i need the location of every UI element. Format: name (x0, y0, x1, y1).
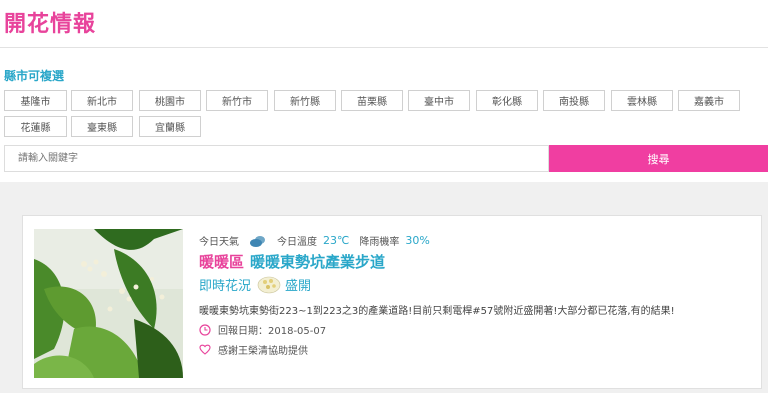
report-date: 回報日期：2018-05-07 (218, 326, 327, 337)
district-name: 暖暖區 (199, 253, 245, 271)
county-chip-taoyuan[interactable]: 桃園市 (139, 90, 201, 111)
county-filter-label: 縣市可複選 (4, 69, 65, 83)
county-chip-hsinchu-county[interactable]: 新竹縣 (274, 90, 336, 111)
heart-icon (199, 344, 211, 355)
county-chip-taitung[interactable]: 臺東縣 (71, 116, 133, 137)
contributor-credit: 感謝王榮清協助提供 (218, 346, 308, 357)
contributor-row: 感謝王榮清協助提供 (199, 342, 308, 357)
place-name: 暖暖東勢坑產業步道 (250, 253, 386, 271)
county-chip-new-taipei[interactable]: 新北市 (71, 90, 133, 111)
search-button[interactable]: 搜尋 (549, 145, 768, 172)
temperature-label: 今日溫度 (277, 237, 317, 248)
flower-report-card[interactable]: 今日天氣 今日溫度 23℃ 降雨機率 30% 暖暖區 暖暖東勢坑產業步道 即時花況 (22, 215, 762, 389)
county-chip-chiayi-city[interactable]: 嘉義市 (678, 90, 740, 111)
temperature-value: 23℃ (323, 234, 350, 247)
county-chip-yunlin[interactable]: 雲林縣 (611, 90, 673, 111)
bloom-status-value: 盛開 (285, 279, 312, 294)
flower-photo (34, 229, 183, 378)
weather-label: 今日天氣 (199, 237, 239, 248)
county-chip-taichung[interactable]: 臺中市 (408, 90, 470, 111)
county-chip-changhua[interactable]: 彰化縣 (476, 90, 538, 111)
place-heading[interactable]: 暖暖區 暖暖東勢坑產業步道 (199, 251, 385, 272)
cloudy-icon (249, 235, 267, 247)
page-title: 開花情報 (4, 12, 97, 37)
report-date-row: 回報日期：2018-05-07 (199, 322, 326, 337)
title-divider (0, 47, 768, 48)
clock-icon (199, 323, 211, 336)
weather-row: 今日天氣 今日溫度 23℃ 降雨機率 30% (199, 233, 430, 248)
county-chip-yilan[interactable]: 宜蘭縣 (139, 116, 201, 137)
report-description: 暖暖東勢坑東勢街223~1到223之3的產業道路!目前只剩電桿#57號附近盛開著… (199, 306, 675, 317)
bloom-status-row: 即時花況 盛開 (199, 275, 311, 294)
county-chip-keelung[interactable]: 基隆市 (4, 90, 67, 111)
county-chip-hualien[interactable]: 花蓮縣 (4, 116, 67, 137)
search-input[interactable] (4, 145, 549, 172)
rain-probability-label: 降雨機率 (359, 237, 400, 248)
bloom-flower-icon (257, 276, 281, 294)
county-chip-nantou[interactable]: 南投縣 (543, 90, 605, 111)
rain-probability-value: 30% (405, 234, 430, 247)
county-chip-hsinchu-city[interactable]: 新竹市 (206, 90, 268, 111)
county-chip-miaoli[interactable]: 苗栗縣 (341, 90, 403, 111)
bloom-status-label: 即時花況 (199, 279, 252, 294)
